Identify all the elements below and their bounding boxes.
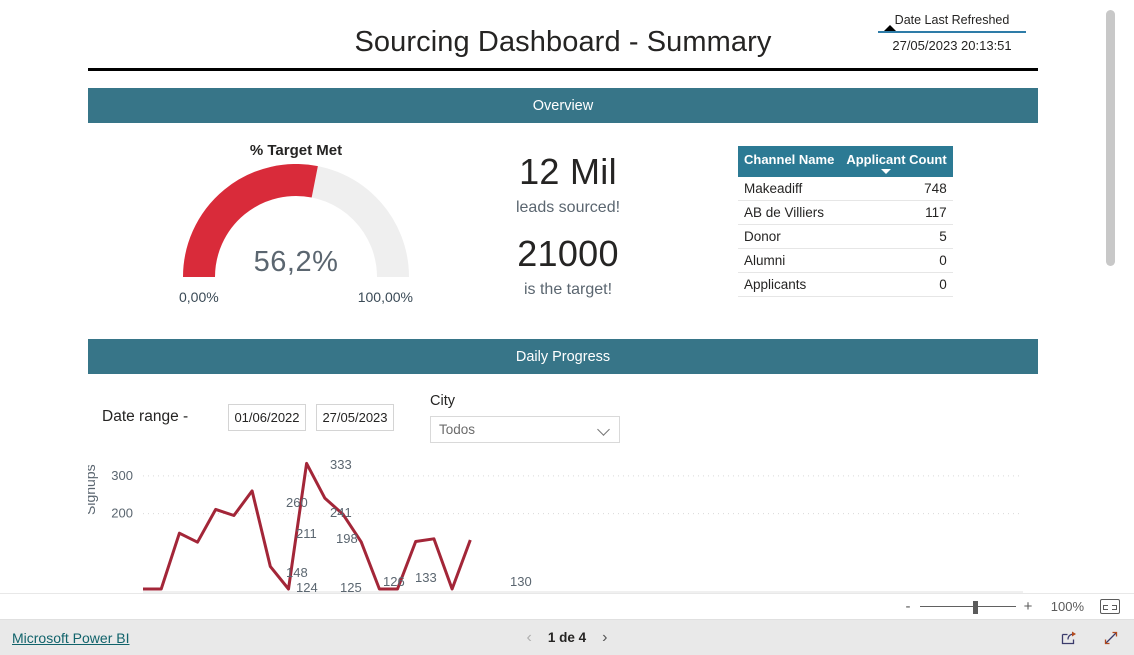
section-banner-overview-label: Overview — [532, 97, 594, 114]
channel-applicant-table[interactable]: Channel Name Applicant Count Makeadiff 74… — [738, 146, 953, 297]
table-row[interactable]: AB de Villiers 117 — [738, 200, 953, 225]
zoom-slider-track — [920, 605, 1016, 607]
table-row[interactable]: Donor 5 — [738, 224, 953, 249]
section-banner-daily-progress-label: Daily Progress — [515, 348, 611, 365]
column-header-channel-name[interactable]: Channel Name — [738, 146, 841, 177]
cell-channel-name: Makeadiff — [738, 177, 841, 201]
column-header-applicant-count-label: Applicant Count — [846, 152, 947, 167]
report-footer: Microsoft Power BI ‹ 1 de 4 › — [0, 620, 1134, 655]
daily-signups-line-chart[interactable]: Signups 200 300 148 124 211 260 333 241 198 125 12… — [88, 455, 1028, 593]
chart-data-label: 130 — [510, 574, 532, 589]
chart-data-label: 260 — [286, 495, 308, 510]
footer-actions — [1060, 629, 1120, 647]
kpi-target-value[interactable]: 21000 — [470, 232, 666, 276]
caret-up-icon — [884, 25, 896, 31]
chart-y-tick-label: 300 — [111, 468, 133, 483]
gauge-min-label: 0,00% — [179, 289, 219, 305]
cell-channel-name: AB de Villiers — [738, 200, 841, 225]
chevron-right-icon[interactable]: › — [602, 629, 607, 646]
power-bi-report-viewer: Sourcing Dashboard - Summary Date Last R… — [0, 0, 1134, 655]
table-header: Channel Name Applicant Count — [738, 146, 953, 177]
cell-applicant-count: 5 — [840, 224, 953, 249]
kpi-leads-caption: leads sourced! — [515, 199, 621, 216]
section-banner-daily-progress: Daily Progress — [88, 339, 1038, 374]
kpi-target-caption: is the target! — [523, 281, 613, 298]
cell-applicant-count: 0 — [840, 248, 953, 273]
refresh-label: Date Last Refreshed — [894, 13, 1010, 27]
table-row[interactable]: Makeadiff 748 — [738, 177, 953, 201]
chart-data-label: 211 — [296, 526, 317, 541]
table-row[interactable]: Alumni 0 — [738, 248, 953, 273]
kpi-cards: 12 Mil leads sourced! 21000 is the targe… — [470, 150, 666, 302]
title-divider — [88, 68, 1038, 71]
gauge-title: % Target Met — [249, 142, 343, 159]
date-from-input[interactable]: 01/06/2022 — [228, 404, 306, 431]
fit-to-page-icon[interactable] — [1100, 599, 1120, 614]
chart-data-label: 124 — [296, 580, 318, 593]
gauge-max-label: 100,00% — [357, 289, 413, 305]
chart-svg: 200 300 148124 211 260 333 241 198 125 126 133 130 — [111, 457, 1023, 593]
city-filter-dropdown[interactable]: Todos — [430, 416, 620, 443]
zoom-out-button[interactable]: - — [900, 599, 916, 614]
kpi-spacer — [470, 220, 666, 232]
report-canvas: Sourcing Dashboard - Summary Date Last R… — [0, 0, 1118, 593]
chart-data-label: 133 — [415, 570, 437, 585]
date-range-label: Date range - — [102, 408, 189, 425]
zoom-slider[interactable] — [920, 600, 1016, 614]
city-filter-label: City — [430, 393, 455, 409]
cell-applicant-count: 748 — [840, 177, 953, 201]
chart-y-tick-label: 200 — [111, 506, 133, 521]
section-banner-overview: Overview — [88, 88, 1038, 123]
page-indicator: 1 de 4 — [547, 630, 587, 645]
zoom-slider-thumb[interactable] — [973, 600, 978, 614]
cell-channel-name: Applicants — [738, 272, 841, 297]
kpi-leads-value[interactable]: 12 Mil — [470, 150, 666, 194]
city-filter-value: Todos — [439, 422, 476, 437]
cell-applicant-count: 0 — [840, 272, 953, 297]
chart-data-label: 333 — [330, 457, 352, 472]
fullscreen-icon[interactable] — [1102, 629, 1120, 647]
page-navigation: ‹ 1 de 4 › — [0, 629, 1134, 646]
table-header-row: Channel Name Applicant Count — [738, 146, 953, 177]
table-row[interactable]: Applicants 0 — [738, 272, 953, 297]
share-icon[interactable] — [1060, 629, 1078, 647]
chevron-down-icon[interactable] — [598, 423, 611, 436]
vertical-scrollbar-thumb[interactable] — [1106, 10, 1115, 266]
refresh-timestamp: 27/05/2023 20:13:51 — [892, 38, 1012, 53]
cell-channel-name: Donor — [738, 224, 841, 249]
gauge-value: 56,2% — [253, 246, 339, 278]
vertical-scrollbar[interactable] — [1102, 0, 1118, 593]
sort-descending-icon[interactable] — [880, 169, 891, 174]
zoom-toolbar: - + 100% — [0, 593, 1134, 620]
table-body: Makeadiff 748 AB de Villiers 117 Donor 5 Alumn… — [738, 177, 953, 297]
chart-data-label: 241 — [330, 505, 352, 520]
target-met-gauge[interactable]: % Target Met 56,2% 0,00% 100,00% — [176, 142, 416, 310]
date-last-refreshed-card: Date Last Refreshed 27/05/2023 20:13:51 — [878, 12, 1026, 53]
chart-data-label: 126 — [383, 574, 405, 589]
chart-data-label: 125 — [340, 580, 362, 593]
cell-applicant-count: 117 — [840, 200, 953, 225]
column-header-applicant-count[interactable]: Applicant Count — [840, 146, 953, 177]
date-to-input[interactable]: 27/05/2023 — [316, 404, 394, 431]
chart-data-label: 148 — [286, 565, 308, 580]
zoom-level-label: 100% — [1050, 599, 1084, 614]
zoom-in-button[interactable]: + — [1020, 599, 1036, 614]
cell-channel-name: Alumni — [738, 248, 841, 273]
chevron-left-icon[interactable]: ‹ — [527, 629, 532, 646]
chart-data-label: 198 — [336, 531, 358, 546]
refresh-underline — [878, 25, 1026, 33]
